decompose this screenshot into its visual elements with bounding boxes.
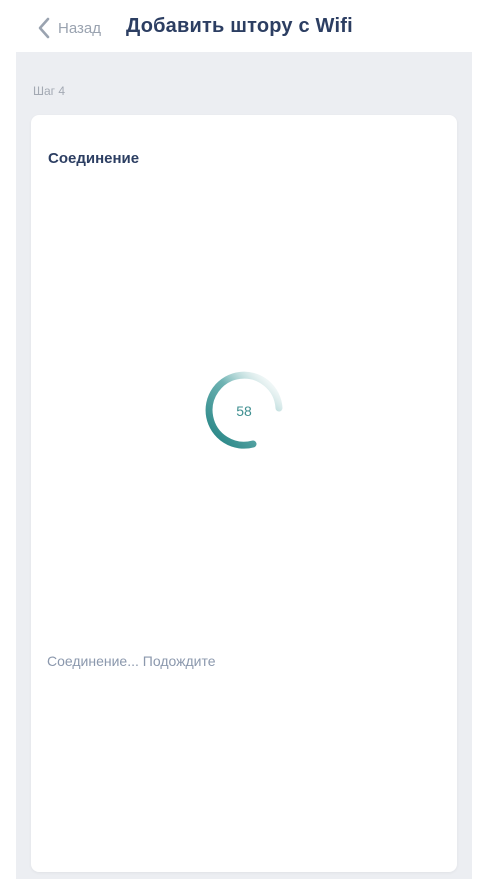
progress-value: 58 (236, 403, 252, 419)
step-label: Шаг 4 (33, 84, 66, 98)
back-button[interactable]: Назад (36, 14, 101, 42)
content-area: Шаг 4 Соединение 58 Соединение... Подожд… (16, 52, 472, 879)
header: Назад Добавить штору с Wifi (0, 0, 478, 52)
loading-spinner-icon: 58 (201, 368, 287, 454)
status-text: Соединение... Подождите (47, 653, 216, 669)
card-title: Соединение (48, 150, 140, 167)
page-title: Добавить штору с Wifi (126, 15, 353, 37)
back-label: Назад (58, 19, 101, 37)
connection-card: Соединение 58 Соединение... Подождите (31, 115, 457, 872)
chevron-left-icon (36, 16, 52, 40)
